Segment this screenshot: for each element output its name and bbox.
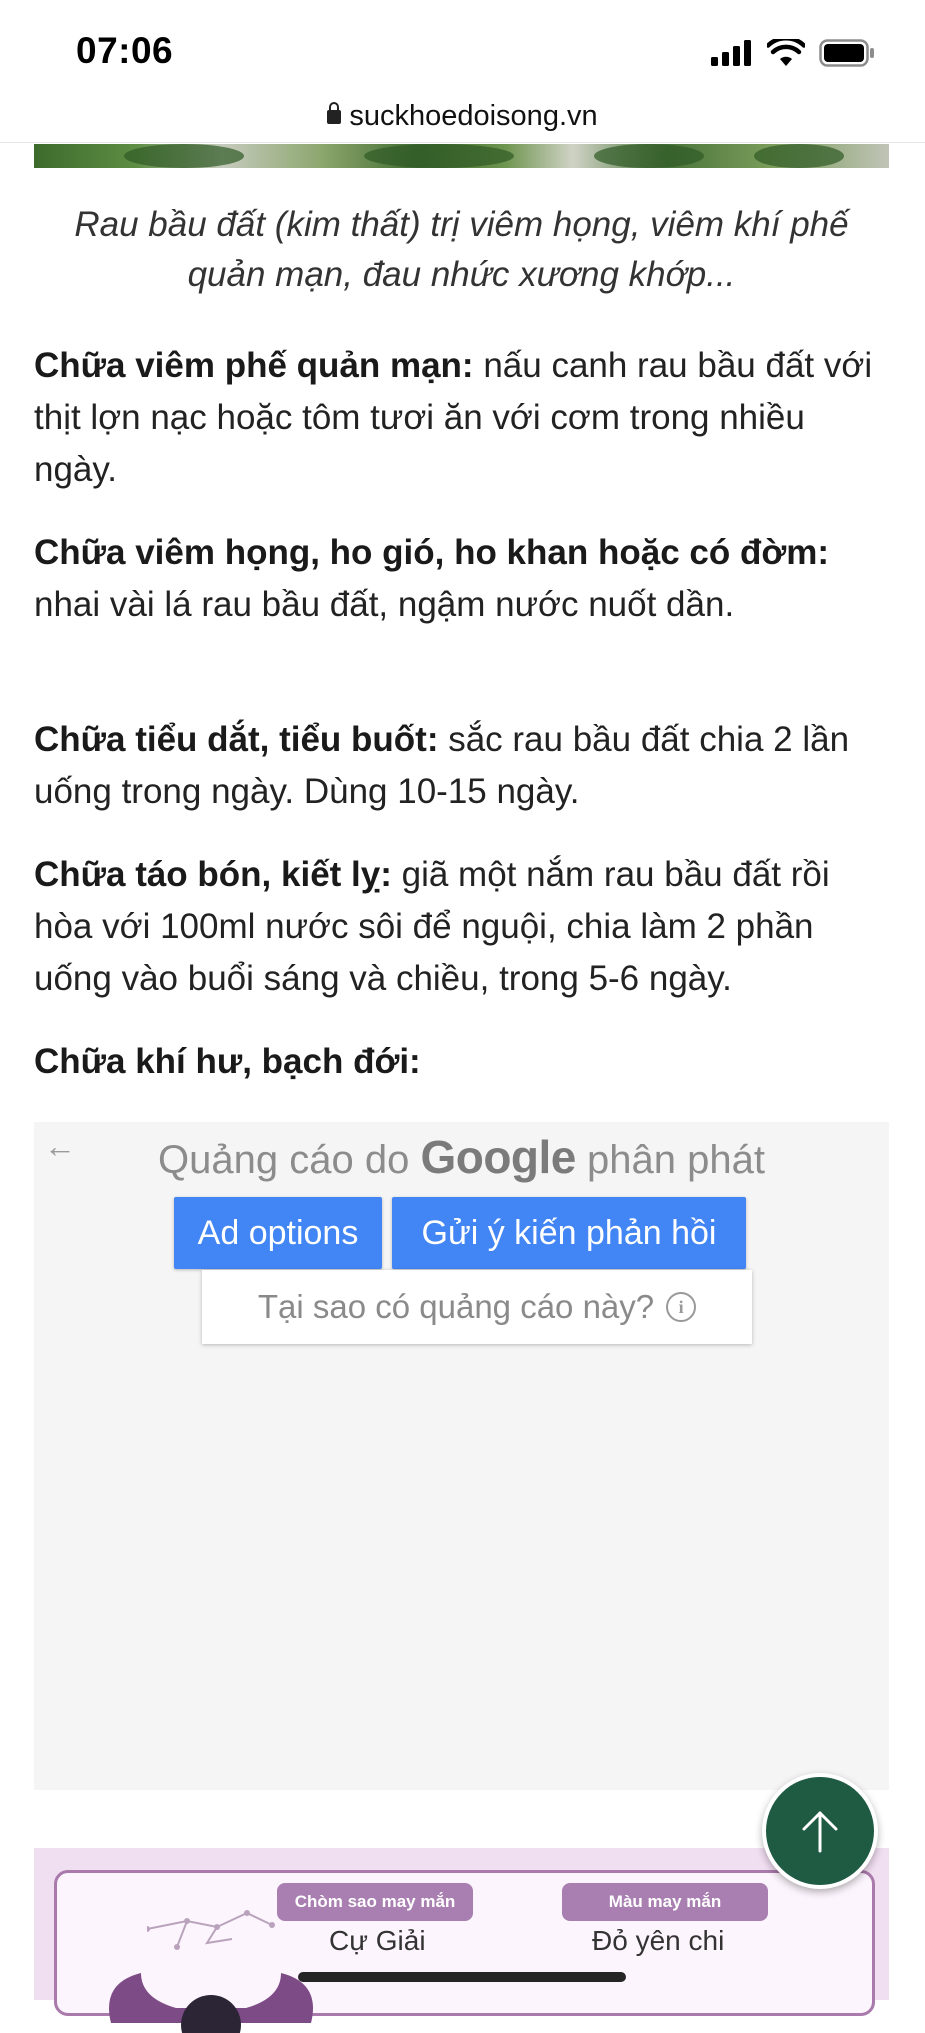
scroll-to-top-button[interactable]	[762, 1773, 878, 1889]
url-text: suckhoedoisong.vn	[349, 99, 598, 132]
battery-icon	[819, 39, 874, 67]
arrow-up-icon	[802, 1811, 838, 1853]
paragraph-text: nhai vài lá rau bầu đất, ngậm nước nuốt …	[34, 585, 735, 624]
url-bar[interactable]: suckhoedoisong.vn	[0, 90, 925, 143]
constellation-icon	[147, 1910, 275, 1950]
ad-container: ← Quảng cáo do Google phân phát Ad optio…	[34, 1122, 889, 1790]
ad-options-button[interactable]: Ad options	[174, 1197, 382, 1269]
why-this-ad-button[interactable]: Tại sao có quảng cáo này? i	[202, 1270, 752, 1344]
paragraph: Chữa viêm phế quản mạn: nấu canh rau bầu…	[34, 340, 894, 496]
constellation-label: Chòm sao may mắn	[277, 1883, 473, 1921]
paragraph: Chữa khí hư, bạch đới:	[34, 1036, 894, 1088]
color-label: Màu may mắn	[562, 1883, 768, 1921]
status-bar: 07:06	[0, 0, 925, 100]
constellation-value: Cự Giải	[329, 1925, 426, 1956]
home-indicator[interactable]	[298, 1972, 626, 1982]
article-image	[34, 144, 889, 168]
google-logo: Google	[420, 1131, 576, 1183]
horoscope-card: Chòm sao may mắn Cự Giải Màu may mắn Đỏ …	[54, 1870, 875, 2033]
paragraph: Chữa viêm họng, ho gió, ho khan hoặc có …	[34, 527, 894, 631]
status-time: 07:06	[76, 30, 174, 71]
feedback-button[interactable]: Gửi ý kiến phản hồi	[392, 1197, 746, 1269]
color-value: Đỏ yên chi	[592, 1925, 725, 1956]
signal-icon	[711, 40, 751, 66]
lock-icon	[327, 102, 342, 124]
status-icons	[711, 36, 875, 70]
paragraph-title: Chữa viêm họng, ho gió, ho khan hoặc có …	[34, 533, 829, 572]
ad-header-prefix: Quảng cáo do	[158, 1138, 410, 1182]
paragraph: Chữa táo bón, kiết lỵ: giã một nắm rau b…	[34, 849, 894, 1005]
paragraph: Chữa tiểu dắt, tiểu buốt: sắc rau bầu đấ…	[34, 714, 894, 818]
why-this-ad-label: Tại sao có quảng cáo này?	[257, 1288, 655, 1325]
paragraph-title: Chữa viêm phế quản mạn:	[34, 346, 474, 385]
ad-header: Quảng cáo do Google phân phát	[34, 1130, 889, 1184]
horns-icon	[109, 1973, 313, 2033]
info-icon: i	[666, 1292, 697, 1322]
ad-header-suffix: phân phát	[587, 1138, 765, 1182]
wifi-icon	[767, 39, 805, 66]
paragraph-title: Chữa tiểu dắt, tiểu buốt:	[34, 720, 439, 759]
paragraph-title: Chữa táo bón, kiết lỵ:	[34, 855, 392, 894]
image-caption: Rau bầu đất (kim thất) trị viêm họng, vi…	[74, 205, 849, 294]
paragraph-title: Chữa khí hư, bạch đới:	[34, 1042, 421, 1081]
